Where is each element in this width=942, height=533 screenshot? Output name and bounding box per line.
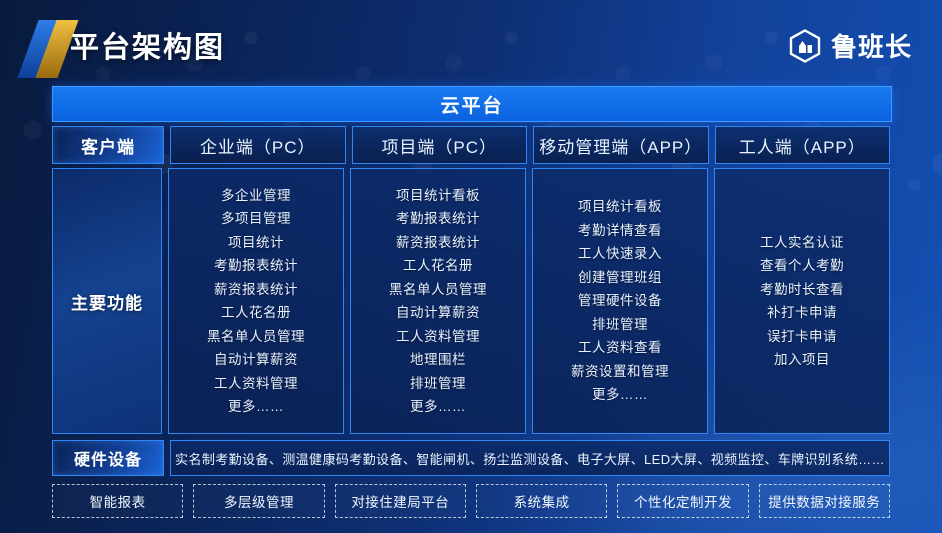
- function-item: 项目统计: [228, 234, 284, 250]
- service-tag-system-integration: 系统集成: [475, 484, 608, 518]
- function-item: 补打卡申请: [767, 305, 837, 320]
- function-item: 考勤详情查看: [578, 222, 662, 238]
- client-label: 客户端: [52, 126, 164, 164]
- function-item: 排班管理: [410, 375, 466, 391]
- hardware-row: 硬件设备 实名制考勤设备、测温健康码考勤设备、智能闸机、扬尘监测设备、电子大屏、…: [52, 440, 890, 476]
- cloud-platform-banner: 云平台: [52, 86, 892, 122]
- function-item: 项目统计看板: [578, 199, 662, 215]
- page-header: 平台架构图 鲁班长: [0, 0, 942, 82]
- function-item: 工人花名册: [403, 258, 473, 273]
- column-header-enterprise-pc: 企业端（PC）: [170, 126, 346, 164]
- hardware-label: 硬件设备: [52, 440, 164, 476]
- function-item-more: 更多……: [410, 399, 466, 414]
- function-item: 薪资报表统计: [214, 281, 298, 297]
- function-item: 工人资料管理: [214, 375, 298, 391]
- function-item: 黑名单人员管理: [389, 281, 487, 297]
- function-item: 黑名单人员管理: [207, 328, 305, 344]
- brand-name: 鲁班长: [830, 32, 912, 62]
- column-header-mobile-app: 移动管理端（APP）: [533, 126, 709, 164]
- function-item: 误打卡申请: [767, 328, 837, 344]
- functions-column-worker-app: 工人实名认证 查看个人考勤 考勤时长查看 补打卡申请 误打卡申请 加入项目: [714, 168, 890, 434]
- function-item-more: 更多……: [228, 399, 284, 414]
- function-item: 排班管理: [592, 316, 648, 332]
- function-item: 考勤时长查看: [760, 281, 844, 297]
- function-item: 管理硬件设备: [578, 293, 662, 309]
- function-item: 工人资料管理: [396, 328, 480, 344]
- service-tag-data-docking-service: 提供数据对接服务: [758, 484, 890, 518]
- function-item-more: 更多……: [592, 387, 648, 403]
- function-item: 工人快速录入: [578, 246, 662, 262]
- function-item: 加入项目: [774, 352, 830, 367]
- hardware-device-list: 实名制考勤设备、测温健康码考勤设备、智能闸机、扬尘监测设备、电子大屏、LED大屏…: [170, 440, 890, 476]
- functions-column-project-pc: 项目统计看板 考勤报表统计 薪资报表统计 工人花名册 黑名单人员管理 自动计算薪…: [350, 168, 526, 434]
- function-item: 工人实名认证: [760, 234, 844, 250]
- function-item: 查看个人考勤: [760, 258, 844, 273]
- function-item: 地理围栏: [410, 352, 466, 367]
- functions-column-enterprise-pc: 多企业管理 多项目管理 项目统计 考勤报表统计 薪资报表统计 工人花名册 黑名单…: [168, 168, 344, 434]
- service-tag-multi-level-management: 多层级管理: [193, 484, 325, 518]
- function-item: 考勤报表统计: [396, 211, 480, 226]
- main-functions-label: 主要功能: [71, 293, 143, 313]
- service-tag-custom-development: 个性化定制开发: [617, 484, 749, 518]
- function-item: 项目统计看板: [396, 187, 480, 203]
- function-item: 薪资设置和管理: [571, 363, 669, 379]
- column-header-project-pc: 项目端（PC）: [351, 126, 527, 164]
- service-tag-smart-report: 智能报表: [52, 484, 184, 518]
- function-item: 工人资料查看: [578, 340, 662, 356]
- service-tags-row: 智能报表 多层级管理 对接住建局平台 系统集成 个性化定制开发 提供数据对接服务: [52, 484, 890, 518]
- hexagon-building-icon: [789, 28, 821, 63]
- page-title: 平台架构图: [70, 32, 226, 64]
- function-item: 创建管理班组: [578, 269, 662, 285]
- function-item: 自动计算薪资: [214, 352, 298, 367]
- client-header-row: 客户端 企业端（PC） 项目端（PC） 移动管理端（APP） 工人端（APP）: [52, 126, 890, 164]
- function-item: 薪资报表统计: [396, 234, 480, 250]
- function-item: 考勤报表统计: [214, 258, 298, 273]
- function-item: 自动计算薪资: [396, 305, 480, 320]
- function-item: 多项目管理: [221, 211, 291, 226]
- service-tag-housing-bureau-platform: 对接住建局平台: [334, 484, 466, 518]
- main-functions-row: 主要功能 多企业管理 多项目管理 项目统计 考勤报表统计 薪资报表统计 工人花名…: [52, 168, 890, 434]
- function-item: 工人花名册: [221, 305, 291, 320]
- function-item: 多企业管理: [221, 187, 291, 203]
- main-functions-label-cell: 主要功能: [52, 168, 162, 434]
- platform-architecture-diagram: 平台架构图 鲁班长 云平台 客户端 企业端（PC） 项目端（PC） 移动管理端（…: [0, 0, 942, 533]
- column-header-worker-app: 工人端（APP）: [714, 126, 890, 164]
- functions-column-mobile-app: 项目统计看板 考勤详情查看 工人快速录入 创建管理班组 管理硬件设备 排班管理 …: [532, 168, 708, 434]
- brand-logo: 鲁班长: [788, 27, 912, 64]
